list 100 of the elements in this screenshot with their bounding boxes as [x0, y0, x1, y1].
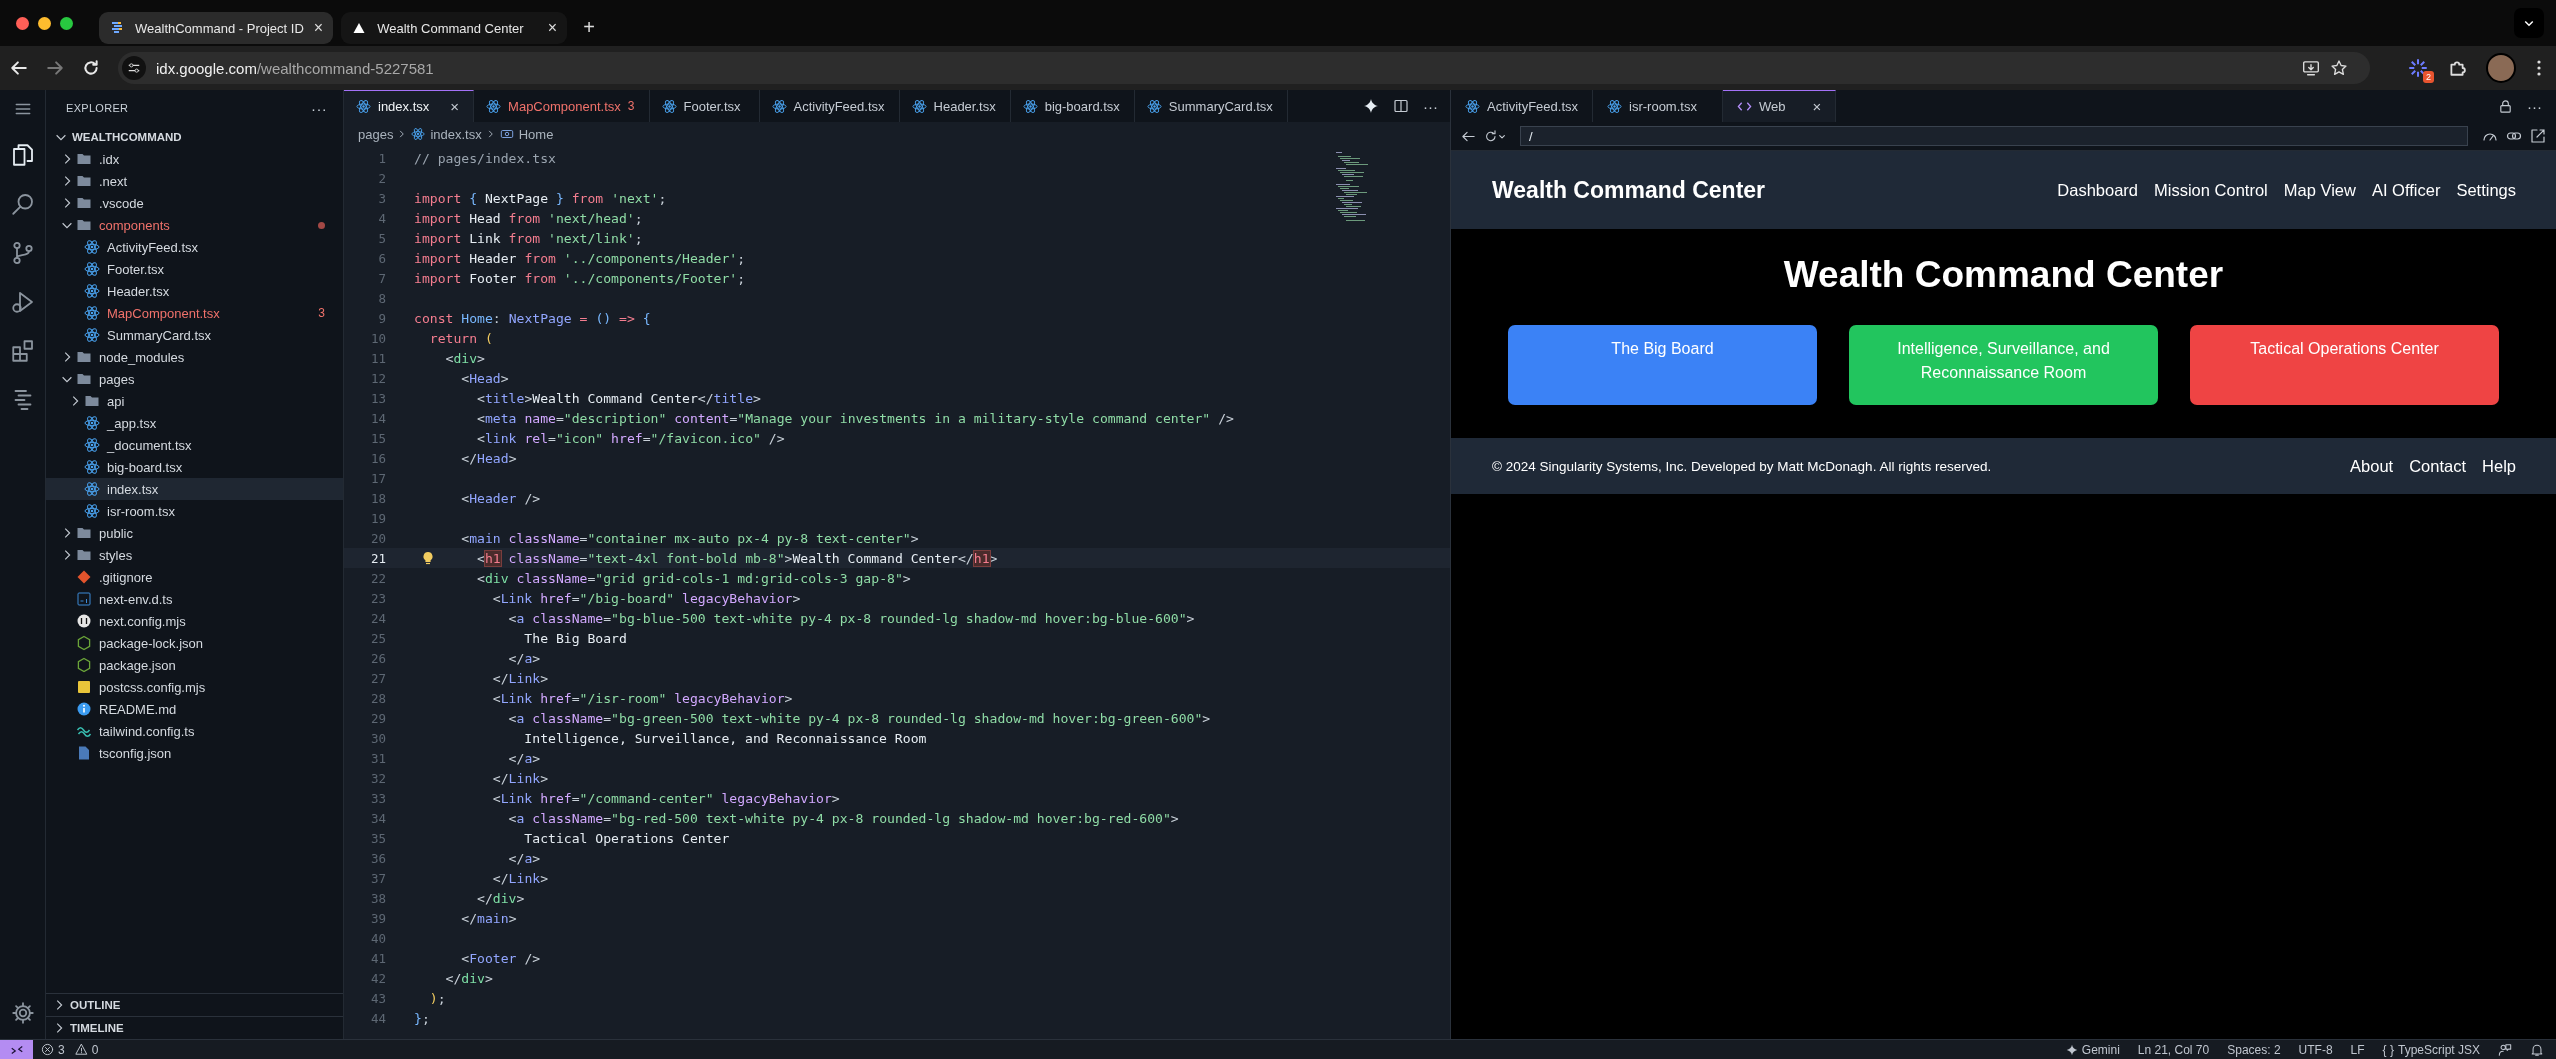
line-number: 24	[369, 610, 387, 626]
close-tab-button[interactable]: ×	[1792, 98, 1822, 115]
footer-link[interactable]: Contact	[2409, 456, 2467, 476]
tree-item[interactable]: next.config.mjs	[46, 610, 343, 632]
link-card[interactable]: Tactical Operations Center	[2190, 325, 2499, 405]
more-button[interactable]: ···	[2527, 97, 2542, 115]
close-tab-button[interactable]: ×	[313, 19, 324, 37]
more-button[interactable]: ···	[1423, 97, 1438, 115]
problems-button[interactable]: 3 0	[33, 1042, 113, 1057]
tree-item[interactable]: public	[46, 522, 343, 544]
tree-item[interactable]: README.md	[46, 698, 343, 720]
burst-icon[interactable]	[2408, 58, 2428, 78]
nav-link[interactable]: AI Officer	[2371, 180, 2441, 200]
link-card[interactable]: The Big Board	[1508, 325, 1817, 405]
tree-item[interactable]: styles	[46, 544, 343, 566]
close-button[interactable]	[16, 16, 29, 30]
back-icon[interactable]	[10, 59, 28, 77]
tree-item[interactable]: MapComponent.tsx 3	[46, 302, 343, 324]
tree-item[interactable]: components	[46, 214, 343, 236]
tree-item[interactable]: pages	[46, 368, 343, 390]
forward-icon[interactable]	[46, 59, 64, 77]
status-item[interactable]: Ln 21, Col 70	[2137, 1042, 2210, 1057]
footer-link[interactable]: About	[2350, 456, 2394, 476]
status-item[interactable]: Gemini	[2065, 1042, 2120, 1057]
nav-link[interactable]: Map View	[2283, 180, 2356, 200]
preview-tab[interactable]: Web ×	[1723, 90, 1837, 122]
tree-item[interactable]: tailwind.config.ts	[46, 720, 343, 742]
tree-item[interactable]: .next	[46, 170, 343, 192]
editor-tab[interactable]: big-board.tsx	[1010, 90, 1135, 122]
section-header[interactable]: OUTLINE	[46, 993, 343, 1016]
tree-item[interactable]: _app.tsx	[46, 412, 343, 434]
nav-link[interactable]: Dashboard	[2057, 180, 2139, 200]
tree-item[interactable]: package-lock.json	[46, 632, 343, 654]
site-info-button[interactable]	[122, 56, 146, 80]
tree-item[interactable]: big-board.tsx	[46, 456, 343, 478]
atom-icon	[1146, 98, 1162, 114]
maximize-button[interactable]	[60, 16, 73, 30]
tree-item[interactable]: Footer.tsx	[46, 258, 343, 280]
bell-icon[interactable]	[2530, 1042, 2544, 1057]
nav-link[interactable]: Mission Control	[2154, 180, 2268, 200]
minimize-button[interactable]	[38, 16, 51, 30]
tree-item[interactable]: .gitignore	[46, 566, 343, 588]
install-icon[interactable]	[2302, 59, 2320, 77]
sparkle-icon[interactable]	[1363, 98, 1379, 114]
tree-item[interactable]: SummaryCard.tsx	[46, 324, 343, 346]
tree-item[interactable]: node_modules	[46, 346, 343, 368]
external-link-icon[interactable]	[2530, 128, 2546, 144]
url-host: idx.google.com	[156, 59, 257, 77]
more-button[interactable]: ···	[311, 99, 327, 117]
status-item[interactable]: Spaces: 2	[2227, 1042, 2281, 1057]
line-number: 38	[369, 890, 387, 906]
atom-icon	[1022, 98, 1038, 114]
browser-tab[interactable]: WealthCommand - Project ID ×	[99, 12, 334, 44]
avatar[interactable]	[2486, 53, 2516, 83]
lightbulb-icon[interactable]	[422, 551, 434, 565]
address-field[interactable]: idx.google.com/wealthcommand-5227581	[118, 52, 2370, 84]
status-item[interactable]: LF	[2350, 1042, 2365, 1057]
kebab-menu-icon[interactable]	[2536, 59, 2542, 77]
feedback-icon[interactable]	[2498, 1042, 2512, 1057]
status-item[interactable]: UTF-8	[2298, 1042, 2333, 1057]
lock-icon[interactable]	[2498, 98, 2513, 114]
tree-item[interactable]: .idx	[46, 148, 343, 170]
editor-tab[interactable]: MapComponent.tsx 3	[474, 90, 650, 122]
footer-link[interactable]: Help	[2482, 456, 2516, 476]
tree-item[interactable]: _document.tsx	[46, 434, 343, 456]
status-item[interactable]: { } TypeScript JSX	[2382, 1042, 2480, 1057]
tree-item[interactable]: index.tsx	[46, 478, 343, 500]
breadcrumb-item[interactable]: index.tsx	[411, 126, 482, 142]
nav-link[interactable]: Settings	[2456, 180, 2516, 200]
tree-item[interactable]: .vscode	[46, 192, 343, 214]
split-editor-icon[interactable]	[1393, 98, 1409, 114]
browser-tab[interactable]: Wealth Command Center ×	[341, 12, 568, 44]
editor-tab[interactable]: index.tsx ×	[344, 90, 475, 122]
puzzle-icon[interactable]	[2448, 59, 2466, 77]
tree-item[interactable]: next-env.d.ts	[46, 588, 343, 610]
reload-icon[interactable]	[1484, 128, 1506, 144]
reload-icon[interactable]	[82, 59, 100, 77]
editor-tab[interactable]: ActivityFeed.tsx	[759, 90, 900, 122]
tree-item[interactable]: ActivityFeed.tsx	[46, 236, 343, 258]
editor-tab[interactable]: SummaryCard.tsx	[1134, 90, 1288, 122]
remote-button[interactable]	[0, 1040, 33, 1059]
tree-item[interactable]: isr-room.tsx	[46, 500, 343, 522]
tree-item[interactable]: postcss.config.mjs	[46, 676, 343, 698]
close-tab-button[interactable]: ×	[547, 19, 558, 37]
star-icon[interactable]	[2330, 59, 2348, 77]
close-tab-button[interactable]: ×	[450, 98, 460, 115]
tree-item[interactable]: package.json	[46, 654, 343, 676]
breadcrumb-item[interactable]: Home	[499, 126, 554, 142]
tree-item[interactable]: tsconfig.json	[46, 742, 343, 764]
tree-item[interactable]: Header.tsx	[46, 280, 343, 302]
tab-title: Wealth Command Center	[377, 20, 525, 36]
url-field[interactable]: /	[1520, 126, 2468, 146]
code-line: </a>	[507, 850, 541, 866]
editor-tab[interactable]: Footer.tsx	[649, 90, 760, 122]
editor-tab[interactable]: Header.tsx	[899, 90, 1011, 122]
tree-item[interactable]: api	[46, 390, 343, 412]
new-tab-button[interactable]: +	[575, 15, 603, 39]
tree-root[interactable]: WEALTHCOMMAND	[46, 126, 343, 148]
breadcrumb-item[interactable]: pages	[358, 126, 394, 142]
minimap-drawing[interactable]	[1334, 150, 1368, 224]
